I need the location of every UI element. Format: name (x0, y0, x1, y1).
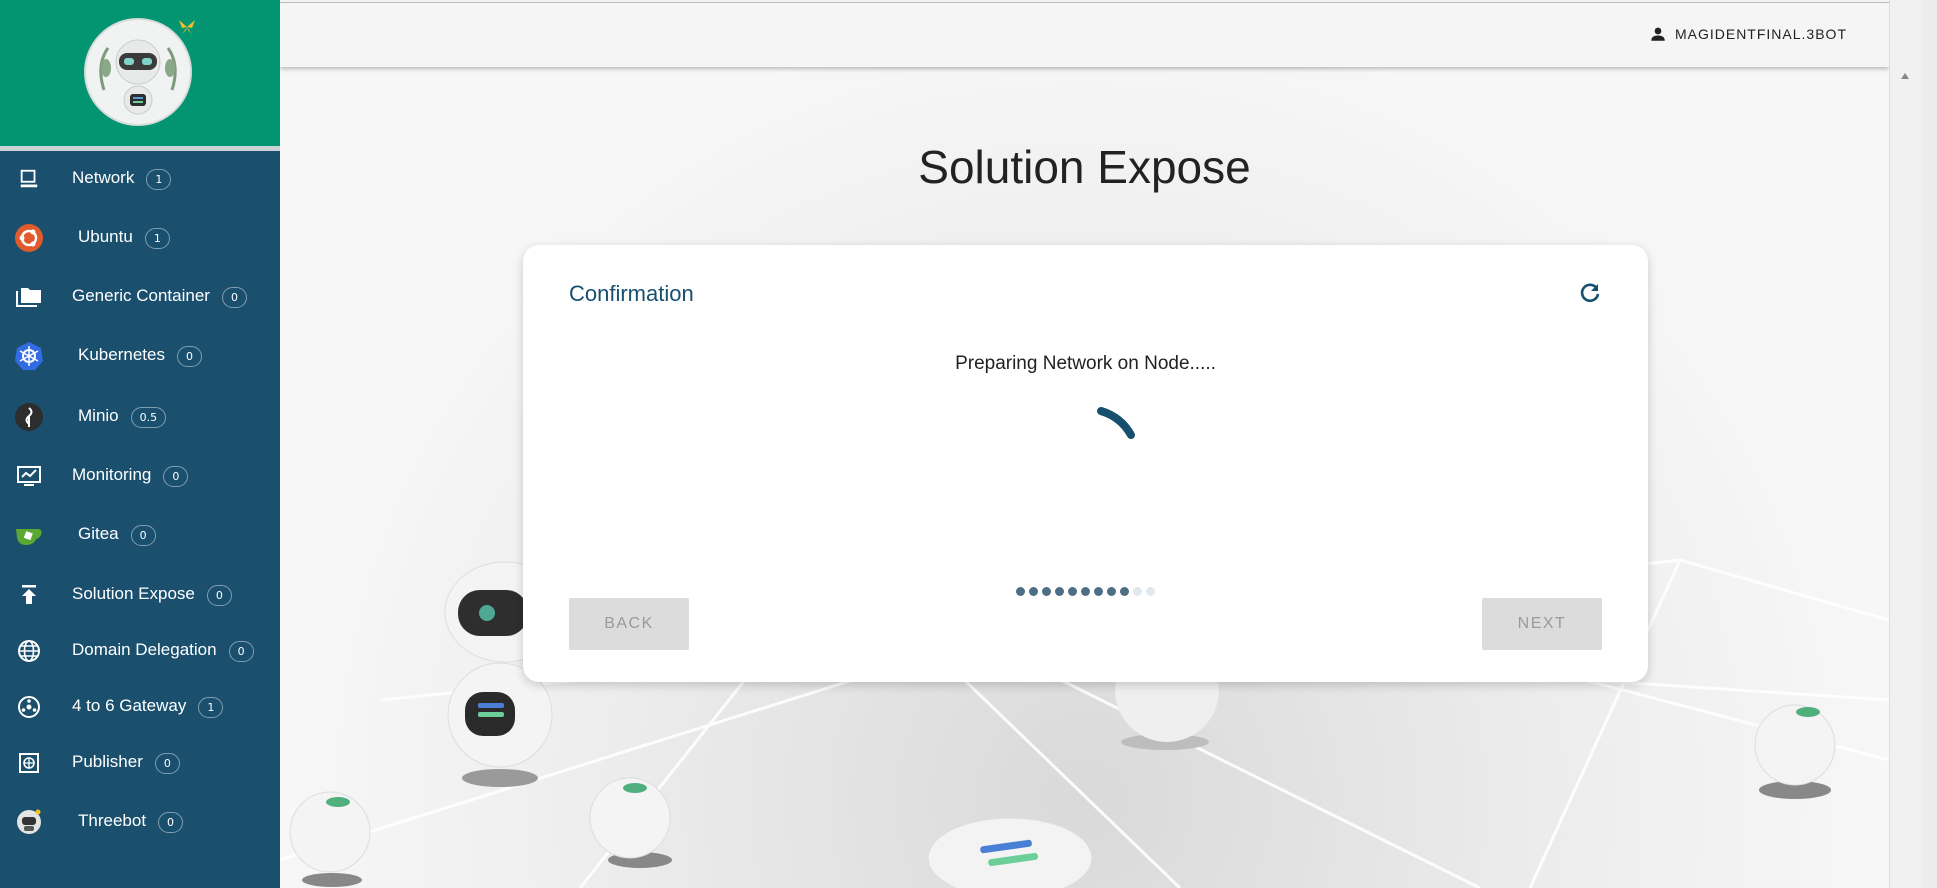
sidebar-item-label: Kubernetes (78, 345, 165, 365)
sidebar-item-label: Monitoring (72, 465, 152, 485)
refresh-icon[interactable] (1578, 281, 1602, 305)
next-button[interactable]: NEXT (1482, 598, 1602, 650)
sidebar-item-label: Domain Delegation (72, 640, 217, 660)
gateway-icon (14, 692, 44, 722)
step-dot (1120, 587, 1129, 596)
step-dot (1133, 587, 1142, 596)
sidebar-item-generic-container[interactable]: Generic Container 0 (0, 272, 280, 322)
main-area: MAGIDENTFINAL.3BOT Solution Expose Confi… (280, 0, 1889, 888)
count-badge: 1 (146, 168, 172, 190)
count-badge: 0 (206, 584, 232, 606)
step-dot (1107, 587, 1116, 596)
monitoring-icon (14, 461, 44, 491)
user-menu[interactable]: MAGIDENTFINAL.3BOT (1649, 25, 1847, 43)
globe-icon (14, 636, 44, 666)
sidebar: Network 1 Ubuntu 1 Generic Container 0 Kube… (0, 0, 280, 888)
threebot-icon (14, 807, 44, 837)
card-title: Confirmation (569, 281, 694, 306)
minio-icon (14, 402, 44, 432)
scroll-up-icon (1901, 73, 1909, 79)
loading-spinner (1093, 397, 1143, 447)
gitea-icon (14, 520, 44, 550)
back-button[interactable]: BACK (569, 598, 689, 650)
kubernetes-icon (14, 341, 44, 371)
sidebar-item-label: Publisher (72, 752, 143, 772)
sidebar-item-label: 4 to 6 Gateway (72, 696, 187, 716)
sidebar-item-minio[interactable]: Minio 0.5 (0, 392, 280, 442)
sidebar-item-ubuntu[interactable]: Ubuntu 1 (0, 213, 280, 263)
sidebar-item-monitoring[interactable]: Monitoring 0 (0, 451, 280, 501)
sidebar-item-domain-delegation[interactable]: Domain Delegation 0 (0, 626, 280, 676)
scrollbar[interactable] (1889, 0, 1922, 888)
step-dot (1042, 587, 1051, 596)
count-badge: 0 (221, 286, 247, 308)
count-badge: 0 (228, 640, 254, 662)
account-icon (1651, 27, 1665, 41)
confirmation-card: Confirmation Preparing Network on Node..… (523, 245, 1648, 682)
count-badge: 0 (130, 524, 156, 546)
sidebar-item-label: Minio (78, 406, 119, 426)
count-badge: 0 (154, 752, 180, 774)
sidebar-item-publisher[interactable]: Publisher 0 (0, 738, 280, 788)
sidebar-item-4-to-6-gateway[interactable]: 4 to 6 Gateway 1 (0, 682, 280, 732)
sidebar-item-label: Threebot (78, 811, 147, 831)
sidebar-item-label: Network (72, 168, 135, 188)
sidebar-item-kubernetes[interactable]: Kubernetes 0 (0, 331, 280, 381)
logo-area (0, 0, 280, 151)
step-dot (1016, 587, 1025, 596)
sidebar-item-label: Ubuntu (78, 227, 133, 247)
ubuntu-icon (14, 223, 44, 253)
sidebar-item-threebot[interactable]: Threebot 0 (0, 797, 280, 847)
count-badge: 0.5 (130, 406, 167, 428)
username: MAGIDENTFINAL.3BOT (1674, 26, 1847, 42)
sidebar-item-label: Gitea (78, 524, 119, 544)
step-dot (1055, 587, 1064, 596)
step-indicator (523, 587, 1648, 596)
butterfly-icon (176, 16, 198, 38)
sidebar-item-network[interactable]: Network 1 (0, 154, 280, 204)
sidebar-item-solution-expose[interactable]: Solution Expose 0 (0, 570, 280, 620)
status-text: Preparing Network on Node..... (955, 353, 1216, 374)
count-badge: 1 (144, 227, 170, 249)
step-dot (1094, 587, 1103, 596)
step-dot (1029, 587, 1038, 596)
folder-icon (14, 282, 44, 312)
count-badge: 0 (163, 465, 189, 487)
top-app-bar: MAGIDENTFINAL.3BOT (280, 2, 1889, 67)
count-badge: 0 (158, 811, 184, 833)
step-dot (1081, 587, 1090, 596)
upload-icon (14, 580, 44, 610)
page-title: Solution Expose (918, 141, 1251, 193)
sidebar-item-label: Generic Container (72, 286, 210, 306)
step-dot (1146, 587, 1155, 596)
monitor-icon (14, 164, 44, 194)
web-icon (14, 748, 44, 778)
step-dot (1068, 587, 1077, 596)
sidebar-item-gitea[interactable]: Gitea 0 (0, 510, 280, 560)
sidebar-item-label: Solution Expose (72, 584, 195, 604)
count-badge: 1 (198, 696, 224, 718)
count-badge: 0 (176, 345, 202, 367)
